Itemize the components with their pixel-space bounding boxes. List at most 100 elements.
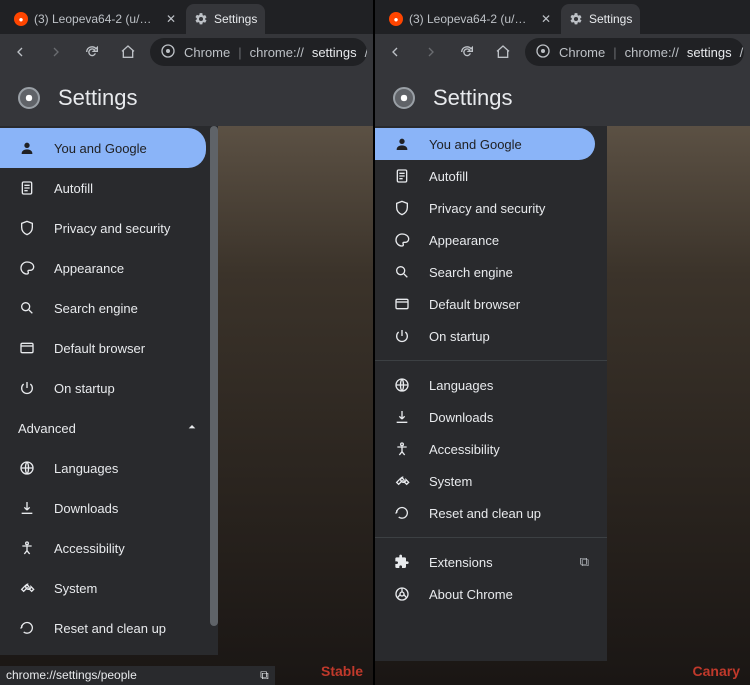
nav-label: Default browser bbox=[54, 341, 145, 356]
nav-autofill[interactable]: Autofill bbox=[0, 168, 218, 208]
palette-icon bbox=[393, 231, 411, 249]
settings-header: Settings bbox=[375, 70, 750, 126]
nav-appearance[interactable]: Appearance bbox=[375, 224, 607, 256]
nav-about-chrome[interactable]: About Chrome bbox=[375, 578, 607, 610]
advanced-toggle[interactable]: Advanced bbox=[0, 408, 218, 448]
search-icon bbox=[18, 299, 36, 317]
nav-languages[interactable]: Languages bbox=[375, 369, 607, 401]
nav-reset[interactable]: Reset and clean up bbox=[0, 608, 218, 648]
canary-pane: ● (3) Leopeva64-2 (u/Leopeva64-… ✕ Setti… bbox=[375, 0, 750, 685]
wrench-icon bbox=[393, 472, 411, 490]
nav-label: System bbox=[429, 474, 472, 489]
download-icon bbox=[18, 499, 36, 517]
tab-settings[interactable]: Settings bbox=[561, 4, 640, 34]
nav-label: System bbox=[54, 581, 97, 596]
reddit-icon: ● bbox=[389, 12, 403, 26]
nav-system[interactable]: System bbox=[375, 465, 607, 497]
nav-extensions[interactable]: Extensions ⧉ bbox=[375, 546, 607, 578]
nav-label: Languages bbox=[54, 461, 118, 476]
nav-label: Accessibility bbox=[54, 541, 125, 556]
chrome-logo-icon bbox=[393, 87, 415, 109]
home-button[interactable] bbox=[489, 38, 517, 66]
nav-label: Appearance bbox=[429, 233, 499, 248]
nav-default-browser[interactable]: Default browser bbox=[375, 288, 607, 320]
advanced-label: Advanced bbox=[18, 421, 76, 436]
search-icon bbox=[393, 263, 411, 281]
reload-button[interactable] bbox=[78, 38, 106, 66]
chevron-up-icon bbox=[184, 419, 200, 438]
nav-downloads[interactable]: Downloads bbox=[0, 488, 218, 528]
nav-label: You and Google bbox=[429, 137, 522, 152]
channel-label: Stable bbox=[321, 663, 363, 679]
back-button[interactable] bbox=[381, 38, 409, 66]
nav-label: Reset and clean up bbox=[429, 506, 541, 521]
reset-icon bbox=[393, 504, 411, 522]
nav-label: Autofill bbox=[429, 169, 468, 184]
settings-nav: You and Google Autofill Privacy and secu… bbox=[375, 126, 607, 661]
back-button[interactable] bbox=[6, 38, 34, 66]
omnibox-url-dim: chrome:// bbox=[250, 45, 304, 60]
nav-label: Languages bbox=[429, 378, 493, 393]
nav-label: Search engine bbox=[429, 265, 513, 280]
reset-icon bbox=[18, 619, 36, 637]
nav-appearance[interactable]: Appearance bbox=[0, 248, 218, 288]
chrome-icon bbox=[393, 585, 411, 603]
nav-languages[interactable]: Languages bbox=[0, 448, 218, 488]
nav-default-browser[interactable]: Default browser bbox=[0, 328, 218, 368]
omnibox-url-dim: chrome:// bbox=[625, 45, 679, 60]
nav-label: On startup bbox=[429, 329, 490, 344]
nav-downloads[interactable]: Downloads bbox=[375, 401, 607, 433]
home-button[interactable] bbox=[114, 38, 142, 66]
autofill-icon bbox=[393, 167, 411, 185]
tab-title: Settings bbox=[589, 12, 632, 26]
tab-title: (3) Leopeva64-2 (u/Leopeva64-2… bbox=[34, 12, 158, 26]
tab-title: Settings bbox=[214, 12, 257, 26]
nav-label: Accessibility bbox=[429, 442, 500, 457]
omnibox[interactable]: Chrome | chrome://settings/people bbox=[150, 38, 367, 66]
toolbar: Chrome | chrome://settings/people bbox=[375, 34, 750, 70]
browser-icon bbox=[393, 295, 411, 313]
tabstrip: ● (3) Leopeva64-2 (u/Leopeva64-2… ✕ Sett… bbox=[0, 0, 373, 34]
autofill-icon bbox=[18, 179, 36, 197]
nav-label: About Chrome bbox=[429, 587, 513, 602]
reload-button[interactable] bbox=[453, 38, 481, 66]
forward-button[interactable] bbox=[42, 38, 70, 66]
nav-label: Default browser bbox=[429, 297, 520, 312]
nav-you-and-google[interactable]: You and Google bbox=[375, 128, 595, 160]
nav-search-engine[interactable]: Search engine bbox=[375, 256, 607, 288]
nav-accessibility[interactable]: Accessibility bbox=[0, 528, 218, 568]
tab-reddit[interactable]: ● (3) Leopeva64-2 (u/Leopeva64-… ✕ bbox=[381, 4, 561, 34]
nav-accessibility[interactable]: Accessibility bbox=[375, 433, 607, 465]
channel-label: Canary bbox=[693, 663, 740, 679]
nav-on-startup[interactable]: On startup bbox=[375, 320, 607, 352]
close-icon[interactable]: ✕ bbox=[539, 12, 553, 26]
close-icon[interactable]: ✕ bbox=[164, 12, 178, 26]
external-link-icon: ⧉ bbox=[580, 554, 589, 570]
omnibox-url-dim: /people bbox=[740, 45, 744, 60]
nav-label: Downloads bbox=[429, 410, 493, 425]
external-link-icon: ⧉ bbox=[260, 668, 269, 682]
nav-autofill[interactable]: Autofill bbox=[375, 160, 607, 192]
shield-icon bbox=[18, 219, 36, 237]
nav-search-engine[interactable]: Search engine bbox=[0, 288, 218, 328]
omnibox-prefix: Chrome bbox=[559, 45, 605, 60]
status-bar: chrome://settings/people ⧉ bbox=[0, 666, 275, 685]
nav-label: Reset and clean up bbox=[54, 621, 166, 636]
nav-privacy[interactable]: Privacy and security bbox=[0, 208, 218, 248]
chrome-icon bbox=[160, 43, 176, 62]
nav-you-and-google[interactable]: You and Google bbox=[0, 128, 206, 168]
globe-icon bbox=[18, 459, 36, 477]
nav-label: Extensions bbox=[429, 555, 493, 570]
omnibox-url-strong: settings bbox=[687, 45, 732, 60]
nav-divider bbox=[375, 537, 607, 538]
tab-reddit[interactable]: ● (3) Leopeva64-2 (u/Leopeva64-2… ✕ bbox=[6, 4, 186, 34]
nav-privacy[interactable]: Privacy and security bbox=[375, 192, 607, 224]
stable-pane: ● (3) Leopeva64-2 (u/Leopeva64-2… ✕ Sett… bbox=[0, 0, 375, 685]
nav-system[interactable]: System bbox=[0, 568, 218, 608]
nav-reset[interactable]: Reset and clean up bbox=[375, 497, 607, 529]
nav-on-startup[interactable]: On startup bbox=[0, 368, 218, 408]
tab-settings[interactable]: Settings bbox=[186, 4, 265, 34]
omnibox[interactable]: Chrome | chrome://settings/people bbox=[525, 38, 744, 66]
extension-icon bbox=[393, 553, 411, 571]
forward-button[interactable] bbox=[417, 38, 445, 66]
